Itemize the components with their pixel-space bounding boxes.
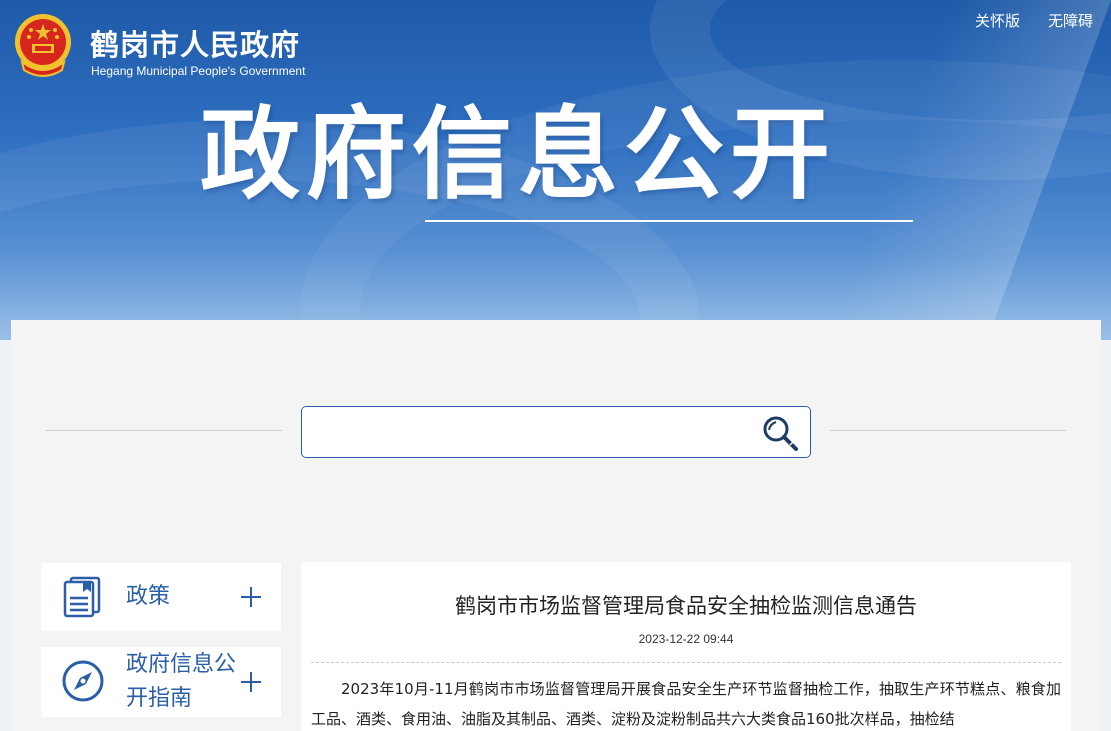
sidebar-item-policy[interactable]: 政策	[41, 563, 281, 631]
search-divider-right	[830, 430, 1066, 431]
article-panel: 鹤岗市市场监督管理局食品安全抽检监测信息通告 2023-12-22 09:44 …	[301, 562, 1071, 731]
sidebar-item-label: 政策	[126, 584, 171, 609]
compass-icon	[62, 660, 104, 702]
search-divider-left	[45, 430, 282, 431]
header-banner: 鹤岗市人民政府 Hegang Municipal People's Govern…	[0, 0, 1111, 340]
search-box	[301, 406, 811, 458]
search-input[interactable]	[312, 415, 742, 449]
article-date: 2023-12-22 09:44	[638, 632, 734, 646]
accessibility-link[interactable]: 无障碍	[1048, 10, 1093, 31]
national-emblem-icon[interactable]	[12, 12, 74, 78]
hero-title: 政府信息公开	[200, 96, 836, 213]
care-mode-link[interactable]: 关怀版	[975, 10, 1020, 31]
article-title: 鹤岗市市场监督管理局食品安全抽检监测信息通告	[455, 594, 917, 618]
document-icon	[63, 576, 101, 618]
plus-icon[interactable]	[241, 671, 263, 693]
sidebar-item-disclosure-guide[interactable]: 政府信息公开指南	[41, 647, 281, 717]
site-name[interactable]: 鹤岗市人民政府	[90, 22, 300, 64]
sidebar-item-label: 政府信息公开指南	[126, 652, 237, 711]
article-body: 2023年10月-11月鹤岗市市场监督管理局开展食品安全生产环节监督抽检工作，抽…	[311, 680, 1061, 728]
site-name-en[interactable]: Hegang Municipal People's Government	[91, 64, 305, 78]
search-icon[interactable]	[760, 413, 800, 453]
article-divider	[311, 662, 1061, 663]
plus-icon[interactable]	[241, 586, 263, 608]
hero-underline	[425, 220, 913, 222]
